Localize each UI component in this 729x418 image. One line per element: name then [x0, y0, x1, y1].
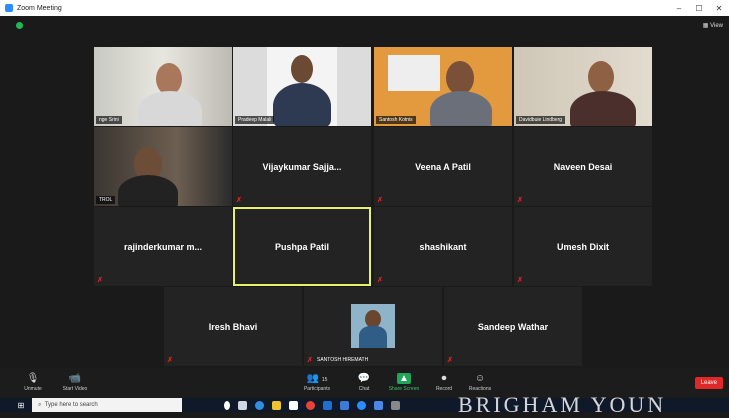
view-label: View: [710, 23, 723, 29]
participant-name: nge Srini: [96, 116, 122, 124]
participant-name: SANTOSH HIREMATH: [317, 357, 369, 363]
mic-muted-icon: ✗: [97, 277, 103, 284]
start-video-label: Start Video: [62, 386, 88, 392]
zoom-taskbar-icon[interactable]: [357, 400, 366, 410]
video-tile[interactable]: Davidbuie Lindberg: [514, 47, 652, 126]
mic-muted-icon: ✗: [517, 277, 523, 284]
participants-count: 15: [321, 377, 328, 383]
video-tile[interactable]: Santosh Kotnis: [374, 47, 512, 126]
participant-tile[interactable]: shashikant ✗: [374, 207, 512, 286]
participant-name: Pradeep Malali: [235, 116, 275, 124]
participant-name: Pushpa Patil: [274, 241, 329, 252]
close-button[interactable]: ✕: [709, 4, 729, 13]
security-shield-icon[interactable]: [16, 22, 23, 29]
taskbar-search-input[interactable]: ⌕ Type here to search: [32, 398, 182, 412]
cortana-icon[interactable]: [224, 400, 230, 410]
chat-label: Chat: [358, 386, 370, 392]
app-icon[interactable]: [340, 400, 349, 410]
taskbar-icons: [224, 400, 400, 410]
mic-muted-icon: ✗: [377, 197, 383, 204]
participant-name: Iresh Bhavi: [208, 321, 258, 332]
search-placeholder: Type here to search: [44, 402, 98, 408]
participants-label: Participants: [303, 386, 331, 392]
video-tile[interactable]: TROL: [94, 127, 232, 206]
store-icon[interactable]: [289, 400, 298, 410]
participant-name: TROL: [96, 196, 116, 204]
mail-icon[interactable]: [323, 400, 332, 410]
share-screen-label: Share Screen: [388, 386, 420, 392]
participant-name: Umesh Dixit: [556, 241, 609, 252]
chrome-icon[interactable]: [306, 400, 315, 410]
video-tile[interactable]: nge Srini: [94, 47, 232, 126]
windows-start-icon[interactable]: ⊞: [14, 398, 28, 412]
participant-name: Santosh Kotnis: [376, 116, 416, 124]
settings-icon[interactable]: [391, 400, 400, 410]
active-speaker-tile[interactable]: Pushpa Patil: [233, 207, 371, 286]
participant-name: Naveen Desai: [553, 161, 613, 172]
reactions-button[interactable]: ☺ Reactions: [455, 372, 505, 392]
title-bar: Zoom Meeting – ☐ ✕: [0, 0, 729, 16]
participant-tile[interactable]: Umesh Dixit ✗: [514, 207, 652, 286]
mic-muted-icon: ✗: [307, 357, 313, 364]
participant-tile[interactable]: Iresh Bhavi ✗: [164, 287, 302, 366]
zoom-app-icon: [5, 4, 13, 12]
participant-name: rajinderkumar m...: [123, 241, 203, 252]
participant-name: Davidbuie Lindberg: [516, 116, 566, 124]
participants-button[interactable]: 👥 15 Participants: [292, 372, 342, 392]
unmute-label: Unmute: [24, 386, 42, 392]
participant-name: Vijaykumar Sajja...: [262, 161, 342, 172]
word-icon[interactable]: [374, 400, 383, 410]
meeting-stage: ▦ View nge Srini Pradeep Malali Santosh …: [0, 16, 729, 368]
edge-browser-icon[interactable]: [255, 400, 264, 410]
participant-name: shashikant: [419, 241, 467, 252]
reactions-icon: ☺: [474, 373, 486, 384]
participant-name: Sandeep Wathar: [477, 321, 549, 332]
view-button[interactable]: ▦ View: [703, 22, 723, 29]
participant-tile[interactable]: Vijaykumar Sajja... ✗: [233, 127, 371, 206]
file-explorer-icon[interactable]: [272, 400, 281, 410]
participants-icon: 👥 15: [306, 373, 328, 384]
participant-tile[interactable]: Naveen Desai ✗: [514, 127, 652, 206]
participant-name: Veena A Patil: [415, 161, 471, 172]
participant-tile[interactable]: ✗ SANTOSH HIREMATH: [304, 287, 442, 366]
mic-muted-icon: ✗: [236, 197, 242, 204]
task-view-icon[interactable]: [238, 400, 247, 410]
minimize-button[interactable]: –: [669, 4, 689, 13]
restore-button[interactable]: ☐: [689, 4, 709, 13]
record-label: Record: [435, 386, 453, 392]
avatar: [351, 304, 395, 348]
video-tile[interactable]: Pradeep Malali: [233, 47, 371, 126]
camera-off-icon: 📹: [68, 373, 82, 384]
participant-tile[interactable]: Sandeep Wathar ✗: [444, 287, 582, 366]
start-video-button[interactable]: 📹 Start Video: [50, 372, 100, 392]
watermark-text: BRIGHAM YOUN: [458, 392, 667, 417]
leave-button[interactable]: Leave: [694, 377, 723, 389]
participant-tile[interactable]: Veena A Patil ✗: [374, 127, 512, 206]
mic-muted-icon: ✗: [447, 357, 453, 364]
window-title: Zoom Meeting: [17, 4, 62, 12]
mic-muted-icon: ✗: [167, 357, 173, 364]
participant-tile[interactable]: rajinderkumar m... ✗: [94, 207, 232, 286]
mic-muted-icon: ✗: [377, 277, 383, 284]
mic-muted-icon: ✗: [517, 197, 523, 204]
